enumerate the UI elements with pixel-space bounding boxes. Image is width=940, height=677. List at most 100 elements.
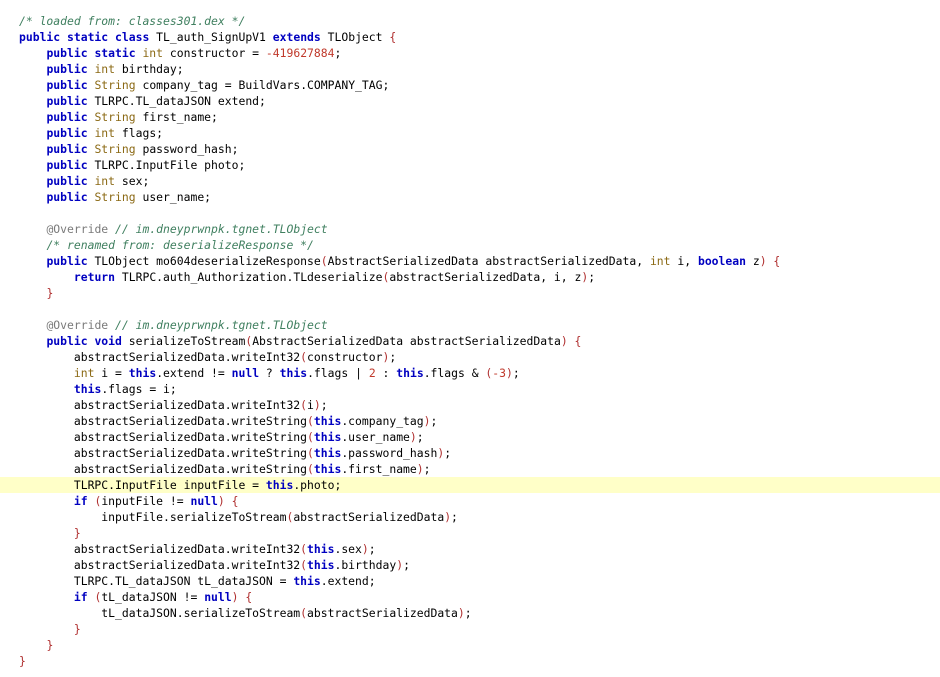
code-token-comment: /* renamed from: deserializeResponse */ — [46, 238, 314, 252]
code-line[interactable]: public TLObject mo604deserializeResponse… — [0, 253, 940, 269]
code-token-keyword: this — [313, 446, 342, 460]
code-token-keyword: public — [46, 94, 88, 108]
code-token-plain: AbstractSerializedData abstractSerialize… — [327, 254, 650, 268]
code-token-punct: ) — [457, 606, 465, 620]
code-line[interactable]: @Override // im.dneyprwnpk.tgnet.TLObjec… — [0, 317, 940, 333]
code-line[interactable]: /* renamed from: deserializeResponse */ — [0, 237, 940, 253]
code-line[interactable]: return TLRPC.auth_Authorization.TLdeseri… — [0, 269, 940, 285]
code-token-punct: ( — [307, 446, 314, 460]
code-token-type: int — [649, 254, 671, 268]
code-line[interactable]: abstractSerializedData.writeString(this.… — [0, 461, 940, 477]
code-line[interactable]: /* loaded from: classes301.dex */ — [0, 13, 940, 29]
code-line[interactable]: } — [0, 653, 940, 669]
code-token-plain: ; — [588, 270, 596, 284]
code-line[interactable]: public int sex; — [0, 173, 940, 189]
code-token-keyword: public — [46, 334, 88, 348]
code-token-keyword: this — [73, 382, 102, 396]
code-token-keyword: public — [46, 190, 88, 204]
code-token-plain: abstractSerializedData — [307, 606, 458, 620]
code-token-type: String — [94, 190, 136, 204]
code-token-keyword: this — [313, 414, 342, 428]
code-line[interactable]: public String company_tag = BuildVars.CO… — [0, 77, 940, 93]
code-token-punct: ) — [416, 462, 424, 476]
code-token-plain: TLObject mo604deserializeResponse — [87, 254, 321, 268]
highlighted-code-line[interactable]: TLRPC.InputFile inputFile = this.photo; — [0, 477, 940, 493]
code-line[interactable]: } — [0, 525, 940, 541]
code-token-type: int — [73, 366, 95, 380]
code-token-plain: TLRPC.TL_dataJSON tL_dataJSON = — [19, 574, 294, 588]
code-line[interactable] — [0, 301, 940, 317]
code-line[interactable]: abstractSerializedData.writeString(this.… — [0, 413, 940, 429]
code-line[interactable]: abstractSerializedData.writeInt32(i); — [0, 397, 940, 413]
code-token-plain: ; — [320, 398, 328, 412]
code-token-plain: .first_name — [341, 462, 417, 476]
code-line[interactable]: if (inputFile != null) { — [0, 493, 940, 509]
code-token-keyword: this — [279, 366, 308, 380]
code-line[interactable]: public void serializeToStream(AbstractSe… — [0, 333, 940, 349]
code-token-punct: ) — [560, 334, 568, 348]
code-token-punct: { — [773, 254, 781, 268]
code-line[interactable]: TLRPC.TL_dataJSON tL_dataJSON = this.ext… — [0, 573, 940, 589]
code-token-punct: } — [19, 654, 26, 668]
code-token-comment: // im.dneyprwnpk.tgnet.TLObject — [115, 222, 328, 236]
code-line[interactable]: this.flags = i; — [0, 381, 940, 397]
code-line[interactable]: public int flags; — [0, 125, 940, 141]
code-line[interactable]: public int birthday; — [0, 61, 940, 77]
code-line[interactable]: public static int constructor = -4196278… — [0, 45, 940, 61]
code-token-plain: ; — [423, 462, 431, 476]
code-token-plain: inputFile.serializeToStream — [19, 510, 287, 524]
code-line[interactable]: int i = this.extend != null ? this.flags… — [0, 365, 940, 381]
code-token-plain: .sex — [334, 542, 362, 556]
code-line[interactable]: public TLRPC.TL_dataJSON extend; — [0, 93, 940, 109]
code-token-punct: ( — [300, 542, 308, 556]
code-token-comment: /* loaded from: classes301.dex */ — [19, 14, 246, 28]
code-token-annotation: @Override — [46, 222, 109, 236]
code-line[interactable]: abstractSerializedData.writeInt32(this.b… — [0, 557, 940, 573]
code-line[interactable] — [0, 205, 940, 221]
code-editor[interactable]: /* loaded from: classes301.dex */public … — [0, 13, 940, 669]
code-line[interactable]: public static class TL_auth_SignUpV1 ext… — [0, 29, 940, 45]
code-line[interactable]: } — [0, 285, 940, 301]
code-line[interactable]: public String first_name; — [0, 109, 940, 125]
code-line[interactable]: } — [0, 637, 940, 653]
code-token-punct: ) — [361, 542, 369, 556]
code-line[interactable]: tL_dataJSON.serializeToStream(abstractSe… — [0, 605, 940, 621]
code-token-plain: constructor = — [163, 46, 266, 60]
code-token-plain: constructor — [307, 350, 383, 364]
code-line[interactable]: inputFile.serializeToStream(abstractSeri… — [0, 509, 940, 525]
code-token-plain: .password_hash — [341, 446, 438, 460]
code-line[interactable]: } — [0, 621, 940, 637]
code-token-type: String — [94, 142, 136, 156]
code-line[interactable]: if (tL_dataJSON != null) { — [0, 589, 940, 605]
code-token-keyword: if — [73, 590, 88, 604]
code-line[interactable]: abstractSerializedData.writeString(this.… — [0, 445, 940, 461]
code-line[interactable]: public String user_name; — [0, 189, 940, 205]
code-line[interactable]: public String password_hash; — [0, 141, 940, 157]
code-token-plain: TLRPC.InputFile photo; — [87, 158, 246, 172]
code-token-punct: } — [46, 286, 54, 300]
code-token-plain: : — [375, 366, 397, 380]
code-line[interactable]: abstractSerializedData.writeInt32(constr… — [0, 349, 940, 365]
code-token-plain: ; — [403, 558, 410, 572]
code-token-keyword: public — [46, 62, 88, 76]
code-token-plain: TLRPC.auth_Authorization.TLdeserialize — [115, 270, 383, 284]
code-token-punct: ( — [307, 430, 314, 444]
code-line[interactable]: abstractSerializedData.writeString(this.… — [0, 429, 940, 445]
code-token-plain: .flags = i; — [101, 382, 177, 396]
code-line[interactable]: @Override // im.dneyprwnpk.tgnet.TLObjec… — [0, 221, 940, 237]
code-token-plain: .user_name — [341, 430, 410, 444]
code-line[interactable]: abstractSerializedData.writeInt32(this.s… — [0, 541, 940, 557]
code-line[interactable]: public TLRPC.InputFile photo; — [0, 157, 940, 173]
